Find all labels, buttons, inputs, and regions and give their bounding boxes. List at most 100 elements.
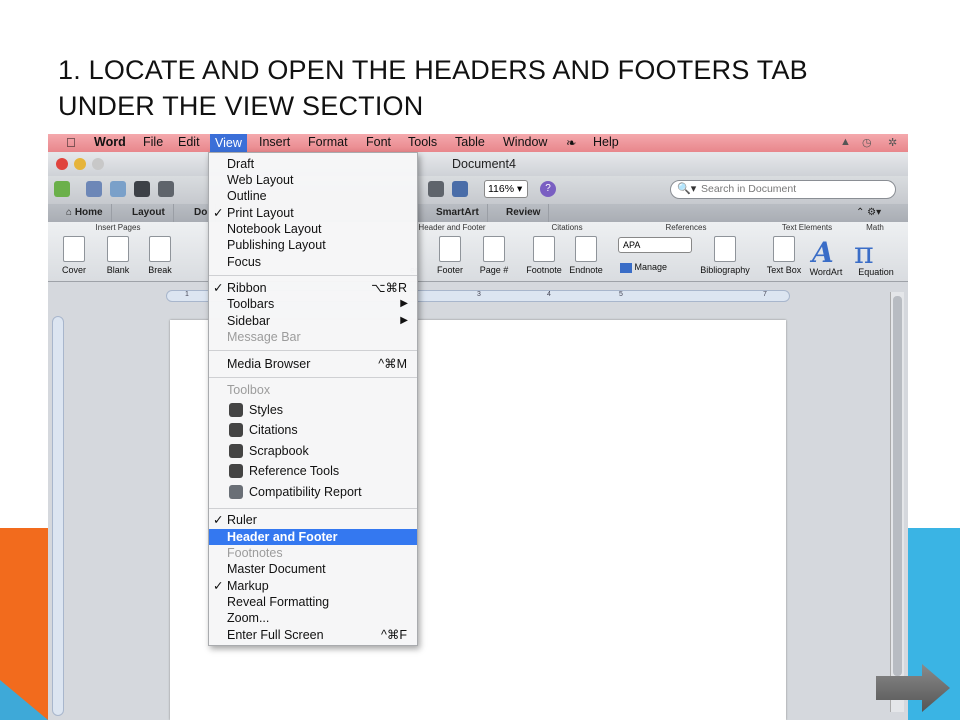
search-input[interactable]: 🔍▾ Search in Document <box>670 180 896 199</box>
menu-item-label: Web Layout <box>227 173 294 187</box>
scrollbar-thumb[interactable] <box>893 296 902 676</box>
help-icon[interactable]: ? <box>540 181 556 197</box>
menu-item-enter-full-screen[interactable]: Enter Full Screen ^⌘F <box>209 627 417 643</box>
save-icon[interactable] <box>134 181 150 197</box>
menu-item-markup[interactable]: ✓ Markup <box>209 578 417 594</box>
group-math: Math <box>866 223 884 232</box>
menu-item-compatibility-report[interactable]: Compatibility Report <box>209 484 417 500</box>
menu-view[interactable]: View <box>210 134 247 152</box>
tab-layout[interactable]: Layout <box>124 204 174 222</box>
bibliography-button[interactable]: Bibliography <box>696 236 754 275</box>
cover-button[interactable]: Cover <box>54 236 94 275</box>
bluetooth-icon[interactable]: ✲ <box>888 136 897 149</box>
apple-icon[interactable]:  <box>66 135 76 150</box>
citation-style-select[interactable]: APA <box>618 237 692 253</box>
menu-item-styles[interactable]: Styles <box>209 402 417 418</box>
blank-page-icon <box>107 236 129 262</box>
page-number-label: Page # <box>479 265 509 275</box>
reference-tools-icon <box>229 464 243 478</box>
menu-font[interactable]: Font <box>366 135 391 149</box>
page-number-button[interactable]: Page # <box>474 236 514 275</box>
footnote-button[interactable]: Footnote <box>524 236 564 275</box>
break-button[interactable]: Break <box>140 236 180 275</box>
menu-item-zoom[interactable]: Zoom... <box>209 610 417 626</box>
word-window: Document4 116% ▾ ? 🔍▾ Search in Document… <box>48 152 908 720</box>
time-machine-icon[interactable]: ◷ <box>862 136 872 149</box>
mac-menu-bar:  Word File Edit View Insert Format Font… <box>48 134 908 152</box>
menu-item-scrapbook[interactable]: Scrapbook <box>209 443 417 459</box>
submenu-arrow-icon: ▶ <box>400 315 408 326</box>
wordart-button[interactable]: WordArt <box>806 267 846 277</box>
menu-item-publishing-layout[interactable]: Publishing Layout <box>209 237 417 253</box>
tab-review[interactable]: Review <box>498 204 550 222</box>
minimize-window-icon[interactable] <box>74 158 86 170</box>
tab-home[interactable]: ⌂ Home <box>58 204 112 222</box>
manage-button[interactable]: Manage <box>620 262 667 273</box>
wrench-icon <box>229 485 243 499</box>
menu-file[interactable]: File <box>143 135 163 149</box>
menu-item-notebook-layout[interactable]: Notebook Layout <box>209 221 417 237</box>
bibliography-icon <box>714 236 736 262</box>
menu-item-toolbars[interactable]: Toolbars ▶ <box>209 296 417 312</box>
page-number-icon <box>483 236 505 262</box>
menu-help[interactable]: Help <box>593 135 619 149</box>
zoom-value: 116% <box>488 183 515 195</box>
menu-item-master-document[interactable]: Master Document <box>209 561 417 577</box>
templates-icon[interactable] <box>86 181 102 197</box>
close-window-icon[interactable] <box>56 158 68 170</box>
blank-button[interactable]: Blank <box>98 236 138 275</box>
menu-edit[interactable]: Edit <box>178 135 200 149</box>
ribbon: Insert Pages Header and Footer Citations… <box>48 222 908 282</box>
menu-item-label: Zoom... <box>227 611 270 625</box>
menu-tools[interactable]: Tools <box>408 135 437 149</box>
bell-icon[interactable]: ▲ <box>840 136 851 148</box>
menu-table[interactable]: Table <box>455 135 485 149</box>
menu-item-outline[interactable]: Outline <box>209 188 417 204</box>
menu-item-media-browser[interactable]: Media Browser ^⌘M <box>209 356 417 372</box>
open-icon[interactable] <box>110 181 126 197</box>
equation-button[interactable]: Equation <box>854 267 898 277</box>
menu-window[interactable]: Window <box>503 135 547 149</box>
sidebar-icon[interactable] <box>452 181 468 197</box>
menu-item-reveal-formatting[interactable]: Reveal Formatting <box>209 594 417 610</box>
script-menu-icon[interactable]: ❧ <box>566 135 576 150</box>
menu-item-draft[interactable]: Draft <box>209 156 417 172</box>
menu-item-citations[interactable]: Citations <box>209 422 417 438</box>
ribbon-collapse-icon[interactable]: ⌃ ⚙▾ <box>848 204 889 222</box>
footer-icon <box>439 236 461 262</box>
tab-smartart[interactable]: SmartArt <box>428 204 488 222</box>
ruler-mark: 5 <box>619 291 623 298</box>
vertical-scrollbar[interactable] <box>890 292 904 712</box>
menu-item-label: Header and Footer <box>227 530 338 544</box>
new-document-icon[interactable] <box>54 181 70 197</box>
menu-item-label: Draft <box>227 157 255 171</box>
manage-icon <box>620 262 632 273</box>
print-icon[interactable] <box>158 181 174 197</box>
menu-item-ribbon[interactable]: ✓ Ribbon ⌥⌘R <box>209 280 417 296</box>
group-text-elements: Text Elements <box>781 223 833 232</box>
menu-item-web-layout[interactable]: Web Layout <box>209 172 417 188</box>
menu-item-print-layout[interactable]: ✓ Print Layout <box>209 205 417 221</box>
menu-item-ruler[interactable]: ✓ Ruler <box>209 512 417 528</box>
menu-item-label: Media Browser <box>227 357 311 371</box>
menu-item-reference-tools[interactable]: Reference Tools <box>209 463 417 479</box>
menu-item-header-and-footer[interactable]: Header and Footer <box>209 529 417 545</box>
vertical-ruler[interactable] <box>52 316 64 716</box>
checkmark-icon: ✓ <box>213 579 224 593</box>
zoom-window-icon[interactable] <box>92 158 104 170</box>
next-slide-arrow-icon[interactable] <box>876 664 950 712</box>
equation-label: Equation <box>858 267 894 277</box>
endnote-label: Endnote <box>569 265 603 275</box>
ruler-mark: 3 <box>477 291 481 298</box>
group-header-footer: Header and Footer <box>418 223 486 232</box>
menu-item-sidebar[interactable]: Sidebar ▶ <box>209 313 417 329</box>
menu-app-word[interactable]: Word <box>94 135 126 149</box>
menu-format[interactable]: Format <box>308 135 348 149</box>
gallery-icon[interactable] <box>428 181 444 197</box>
zoom-select[interactable]: 116% ▾ <box>484 180 528 198</box>
endnote-button[interactable]: Endnote <box>566 236 606 275</box>
text-box-button[interactable]: Text Box <box>762 236 806 275</box>
menu-item-focus[interactable]: Focus <box>209 254 417 270</box>
menu-insert[interactable]: Insert <box>259 135 290 149</box>
footer-button[interactable]: Footer <box>430 236 470 275</box>
